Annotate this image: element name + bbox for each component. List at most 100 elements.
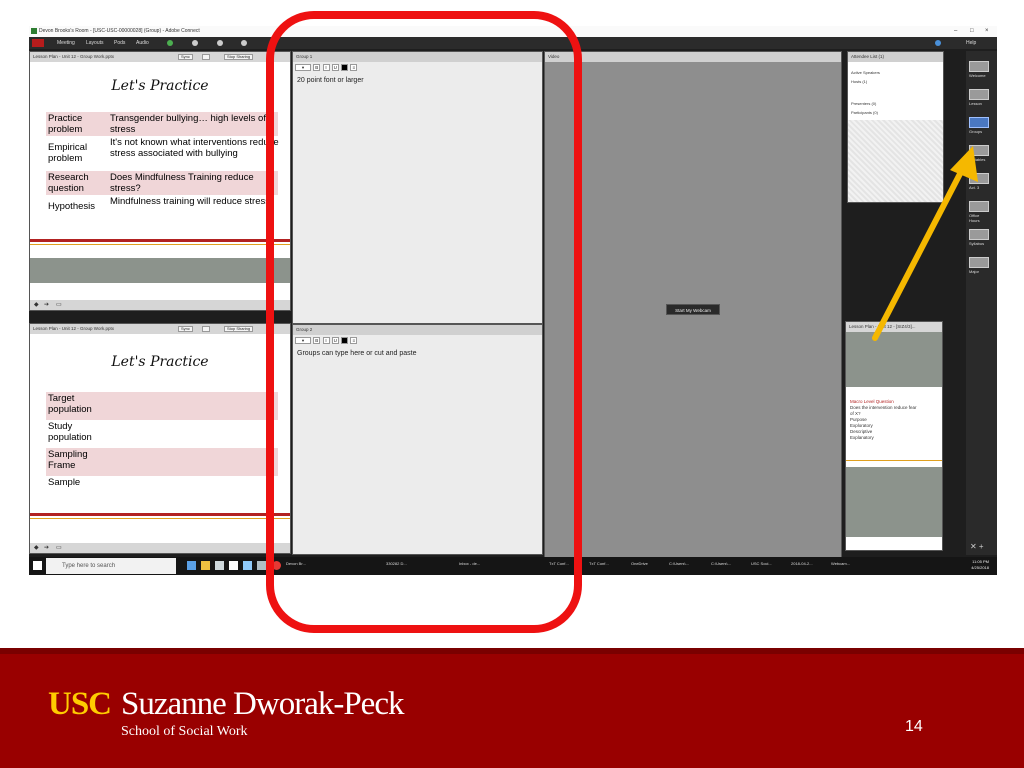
share-pod-title: Lesson Plan - Unit 12 - Group Work.pptx: [33, 54, 114, 59]
speaker-icon[interactable]: [167, 40, 173, 46]
slide-red-rule: [30, 513, 290, 516]
lesson-plan-small-pod: Lesson Plan - Unit 12 - [SIZ4/3]... Macr…: [845, 321, 943, 551]
menu-audio[interactable]: Audio: [136, 37, 149, 49]
row-text: Mindfulness training will reduce stress: [110, 196, 270, 207]
slide-gray-strip: [30, 258, 290, 283]
row-text: Transgender bullying… high levels of str…: [110, 113, 266, 135]
sync-button[interactable]: Sync: [178, 54, 193, 60]
slide-orange-rule: [30, 244, 290, 245]
table-row: Practice problem Transgender bullying… h…: [46, 112, 278, 136]
user-status-icon[interactable]: [217, 40, 223, 46]
row-label: Empirical problem: [48, 142, 88, 164]
table-row: Target population: [46, 392, 278, 420]
thumbnails-icon[interactable]: ▭: [56, 543, 62, 553]
taskbar-app-label[interactable]: TxT Conf...: [589, 561, 609, 566]
row-label: Sample: [48, 477, 81, 488]
table-row: Study population: [46, 420, 278, 448]
raise-hand-icon[interactable]: [241, 40, 247, 46]
table-row: Empirical problem It's not known what in…: [46, 136, 279, 171]
video-pod: Video Start My Webcam: [544, 51, 842, 558]
next-slide-icon[interactable]: ➔: [44, 543, 49, 553]
start-webcam-button[interactable]: Start My Webcam: [666, 304, 720, 315]
taskbar-app-label[interactable]: 2018-04-2...: [791, 561, 813, 566]
highlight-rounded-box: [266, 11, 582, 633]
fullscreen-icon[interactable]: [202, 326, 210, 332]
fullscreen-icon[interactable]: [202, 54, 210, 60]
taskbar-app-icon[interactable]: [243, 561, 252, 570]
sync-button[interactable]: Sync: [178, 326, 193, 332]
prev-slide-icon[interactable]: ◆: [34, 300, 39, 310]
taskbar-app-icon[interactable]: [215, 561, 224, 570]
taskbar-app-label[interactable]: Webcam...: [831, 561, 850, 566]
layout-welcome[interactable]: Welcome: [969, 61, 991, 78]
attendee-group[interactable]: Active Speakers: [851, 70, 880, 75]
menu-help[interactable]: Help: [966, 37, 976, 49]
taskbar-app-label[interactable]: OneDrive: [631, 561, 648, 566]
slide-orange-rule: [30, 518, 290, 519]
taskbar-app-icon[interactable]: [229, 561, 238, 570]
taskbar-app-icon[interactable]: [257, 561, 266, 570]
school-name: Suzanne Dworak-Peck: [121, 686, 404, 722]
menu-meeting[interactable]: Meeting: [57, 37, 75, 49]
layout-lesson[interactable]: Lesson: [969, 89, 991, 106]
stop-sharing-button[interactable]: Stop Sharing: [224, 54, 254, 60]
row-label: Sampling Frame: [48, 449, 88, 471]
row-label: Hypothesis: [48, 201, 95, 212]
row-label: Practice problem: [48, 113, 83, 135]
minimize-button[interactable]: ‒: [954, 26, 957, 37]
row-label: Target population: [48, 393, 92, 415]
attendee-list-header: Attendee List (1): [848, 52, 943, 62]
phone-icon[interactable]: [192, 40, 198, 46]
taskbar-search-input[interactable]: Type here to search: [46, 558, 176, 574]
window-title: Devon Brooks's Room - [USC-USC-00000028]…: [39, 28, 200, 34]
adobe-connect-logo: [32, 39, 44, 47]
clock-date: 4/25/2018: [971, 565, 989, 570]
thumbnails-icon[interactable]: ▭: [56, 300, 62, 310]
share-pod-footer: ◆ ➔ ▭: [30, 543, 290, 553]
lesson-small-orange-rule: [846, 460, 942, 461]
next-slide-icon[interactable]: ➔: [44, 300, 49, 310]
lesson-line: Explanatory: [850, 435, 874, 440]
prev-slide-icon[interactable]: ◆: [34, 543, 39, 553]
share-pod-title: Lesson Plan - Unit 12 - Group Work.pptx: [33, 326, 114, 331]
lesson-small-gray-strip: [846, 467, 942, 537]
share-pod-footer: ◆ ➔ ▭: [30, 300, 290, 310]
close-button[interactable]: ×: [985, 26, 989, 37]
table-row: Sampling Frame: [46, 448, 278, 476]
slide-title: Let's Practice: [111, 78, 209, 94]
share-pod-header: Lesson Plan - Unit 12 - Group Work.pptx …: [30, 52, 290, 62]
attendee-group[interactable]: Presenters (0): [851, 101, 876, 106]
add-layout-icon[interactable]: ✕ +: [970, 542, 984, 551]
stop-sharing-button[interactable]: Stop Sharing: [224, 326, 254, 332]
taskbar-app-label[interactable]: C:\Users\...: [711, 561, 731, 566]
layout-groups[interactable]: Groups: [969, 117, 991, 134]
share-pod-bottom: Lesson Plan - Unit 12 - Group Work.pptx …: [29, 323, 291, 554]
table-row: Sample: [46, 476, 278, 498]
taskbar-app-icon[interactable]: [187, 561, 196, 570]
table-row: Research question Does Mindfulness Train…: [46, 171, 278, 195]
taskbar-clock[interactable]: 11:05 PM 4/25/2018: [971, 559, 989, 571]
school-subtitle: School of Social Work: [121, 724, 248, 739]
slide-title: Let's Practice: [111, 354, 209, 370]
row-label: Research question: [48, 172, 89, 194]
windows-start-icon[interactable]: [33, 561, 42, 570]
row-text: It's not known what interventions reduce…: [110, 137, 279, 159]
shared-slide: Let's Practice Practice problem Transgen…: [30, 62, 290, 310]
usc-logo: USC: [48, 686, 112, 722]
attendee-group[interactable]: Hosts (1): [851, 79, 867, 84]
maximize-button[interactable]: □: [970, 26, 974, 37]
table-row: Hypothesis Mindfulness training will red…: [46, 195, 278, 219]
menu-pods[interactable]: Pods: [114, 37, 125, 49]
taskbar-app-icon[interactable]: [201, 561, 210, 570]
practice-table: Practice problem Transgender bullying… h…: [46, 112, 279, 219]
row-text: Does Mindfulness Training reduce stress?: [110, 172, 254, 194]
taskbar-app-label[interactable]: C:\Users\...: [669, 561, 689, 566]
app-icon: [31, 28, 37, 34]
page-number: 14: [905, 718, 923, 735]
menu-layouts[interactable]: Layouts: [86, 37, 104, 49]
attendee-group[interactable]: Participants (0): [851, 110, 878, 115]
globe-icon[interactable]: [935, 40, 941, 46]
share-pod-header: Lesson Plan - Unit 12 - Group Work.pptx …: [30, 324, 290, 334]
arrow-icon: [872, 146, 978, 341]
taskbar-app-label[interactable]: USC Soci...: [751, 561, 772, 566]
